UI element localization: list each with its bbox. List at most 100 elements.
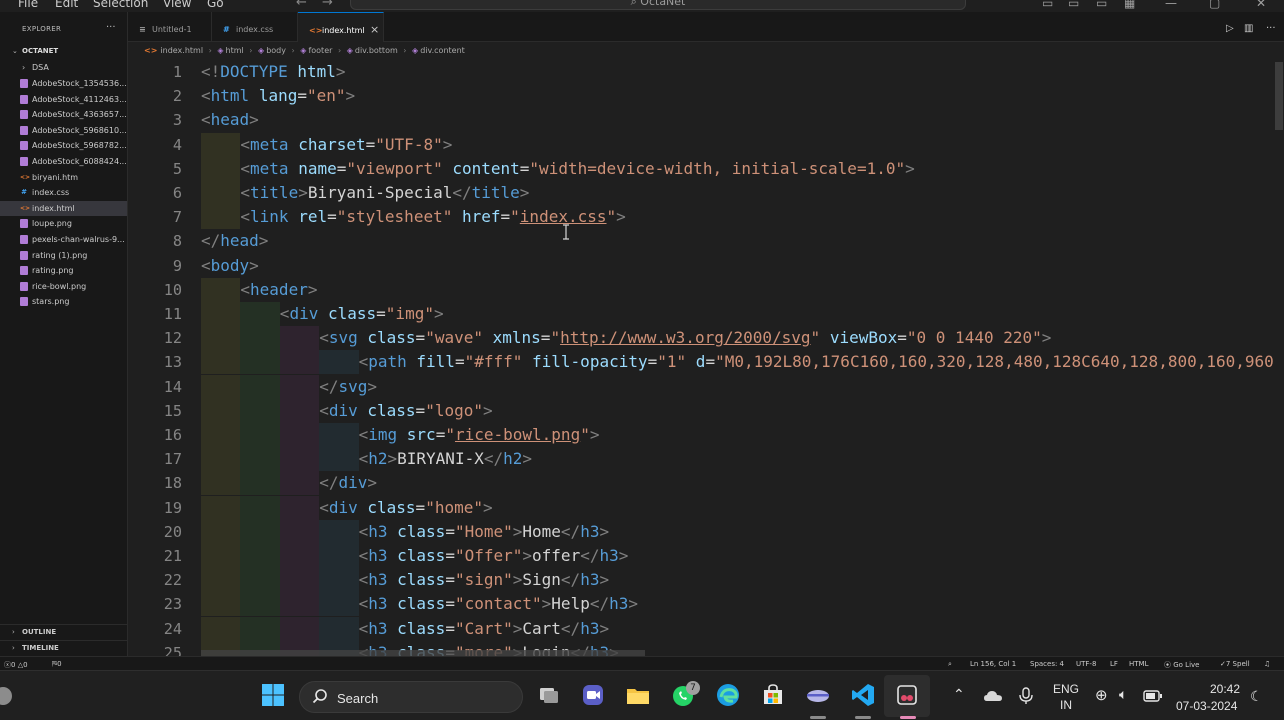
breadcrumb-item[interactable]: footer [308,46,332,55]
command-center[interactable]: ⌕ OctaNet [350,0,966,10]
edge-browser-icon[interactable] [716,683,740,707]
input-language[interactable]: ENG [1053,682,1079,696]
code-line[interactable]: <div class="logo"> [201,398,1284,423]
toggle-panel-icon[interactable]: ▭ [1068,0,1079,10]
menu-view[interactable]: View [163,0,191,10]
file-item[interactable]: AdobeStock_1354536... [0,76,127,91]
code-line[interactable]: <meta charset="UTF-8"> [201,132,1284,157]
customize-layout-icon[interactable]: ▦ [1124,0,1135,10]
code-line[interactable]: </head> [201,229,1284,253]
code-editor[interactable]: 1 2 3 4 5 6 7 8 9 10 11 12 13 14 15 16 17 18 19 20 21 22 23 24 2… [128,60,1284,656]
ports-indicator[interactable]: ⛿0 [52,660,62,669]
clock-time[interactable]: 20:42 [1210,682,1240,696]
code-line[interactable]: <html lang="en"> [201,84,1284,108]
code-line[interactable]: <path fill="#fff" fill-opacity="1" d="M0… [201,350,1284,375]
disc-app-icon[interactable] [806,683,830,707]
file-item[interactable]: AdobeStock_4363657... [0,107,127,122]
code-line[interactable]: <h3 class="Offer">offer</h3> [201,544,1284,568]
end-of-line[interactable]: LF [1110,660,1118,668]
file-item[interactable]: stars.png [0,294,127,309]
breadcrumb-item[interactable]: body [266,46,286,55]
code-line[interactable]: <div class="img"> [201,302,1284,326]
code-area[interactable]: <!DOCTYPE html> <html lang="en"> <head> <me… [201,60,1284,656]
forward-arrow-icon[interactable]: → [322,0,333,10]
more-actions-icon[interactable]: ··· [106,22,116,33]
file-item[interactable]: <> index.html [0,200,127,216]
menu-go[interactable]: Go [207,0,224,10]
split-editor-icon[interactable]: ▥ [1244,23,1253,34]
taskbar-search[interactable]: Search [299,681,523,713]
close-window-icon[interactable]: ✕ [1256,0,1266,10]
onedrive-icon[interactable] [983,686,1003,706]
outline-section[interactable]: › OUTLINE [0,624,128,638]
explorer-root-folder[interactable]: ⌄ OCTANET [0,46,128,58]
more-actions-icon[interactable]: ··· [1266,23,1276,34]
file-item[interactable]: pexels-chan-walrus-9... [0,232,127,247]
file-item[interactable]: <> biryani.htm [0,170,127,185]
file-item[interactable]: AdobeStock_5968782... [0,138,127,153]
maximize-icon[interactable]: ▢ [1209,0,1220,10]
snipping-tool-icon[interactable] [895,683,919,707]
file-item[interactable]: rating (1).png [0,248,127,263]
tab-index-css[interactable]: # index.css [212,12,298,42]
menu-edit[interactable]: Edit [55,0,78,10]
vscode-icon[interactable] [851,683,875,707]
go-live-button[interactable]: ⦿ Go Live [1164,660,1199,670]
task-view-icon[interactable] [537,683,561,707]
run-icon[interactable]: ▷ [1226,23,1234,34]
code-line[interactable]: <h3 class="Cart">Cart</h3> [201,616,1284,641]
file-item[interactable]: AdobeStock_6088424... [0,154,127,169]
folder-dsa[interactable]: › DSA [0,60,127,75]
code-line[interactable]: </div> [201,471,1284,496]
bell-icon[interactable]: ♫ [1264,660,1270,668]
code-line[interactable]: </svg> [201,374,1284,399]
code-line[interactable]: <h3 class="contact">Help</h3> [201,592,1284,617]
volume-icon[interactable]: 🔈︎ [1119,686,1127,703]
code-line[interactable]: <svg class="wave" xmlns="http://www.w3.o… [201,326,1284,351]
toggle-sidebar-icon[interactable]: ▭ [1042,0,1053,10]
menu-file[interactable]: File [18,0,38,10]
tab-untitled-1[interactable]: ≡ Untitled-1 [128,12,212,42]
file-item[interactable]: # index.css [0,185,127,200]
file-explorer-icon[interactable] [626,683,650,707]
clock-date[interactable]: 07-03-2024 [1176,699,1237,713]
code-line[interactable]: <img src="rice-bowl.png"> [201,423,1284,447]
code-line[interactable]: <meta name="viewport" content="width=dev… [201,156,1284,181]
minimize-icon[interactable]: — [1165,0,1177,10]
file-item[interactable]: AdobeStock_4112463... [0,92,127,107]
code-line[interactable]: <title>Biryani-Special</title> [201,181,1284,205]
breadcrumb-item[interactable]: div.bottom [355,46,398,55]
cursor-position[interactable]: Ln 156, Col 1 [970,660,1016,668]
close-tab-icon[interactable]: × [370,23,379,36]
code-line[interactable]: <div class="home"> [201,495,1284,520]
code-line[interactable]: <head> [201,108,1284,132]
zoom-icon[interactable]: ⌕ [948,660,952,669]
weather-icon[interactable] [0,687,12,705]
code-line[interactable]: <body> [201,254,1284,278]
code-line[interactable]: <!DOCTYPE html> [201,60,1284,84]
language-mode[interactable]: HTML [1129,660,1148,668]
code-line[interactable]: <link rel="stylesheet" href="index.css"> [201,205,1284,230]
vertical-scrollbar[interactable] [1274,60,1284,656]
tab-index-html[interactable]: <> index.html × [298,12,384,42]
battery-icon[interactable] [1143,689,1163,703]
encoding[interactable]: UTF-8 [1076,660,1096,668]
meet-icon[interactable] [581,683,605,707]
windows-start-icon[interactable] [261,683,285,707]
menu-selection[interactable]: Selection [93,0,148,10]
microsoft-store-icon[interactable] [761,683,785,707]
file-item[interactable]: loupe.png [0,216,127,231]
spell-indicator[interactable]: ✓7 Spell [1220,660,1250,668]
breadcrumb-item[interactable]: div.content [420,46,465,55]
breadcrumb-item[interactable]: index.html [160,46,203,55]
problems-indicator[interactable]: ⓧ0 △0 [4,660,28,670]
scrollbar-thumb[interactable] [1275,62,1283,130]
toggle-secondary-sidebar-icon[interactable]: ▭ [1096,0,1107,10]
file-item[interactable]: rice-bowl.png [0,279,127,294]
code-line[interactable]: <h3 class="Home">Home</h3> [201,519,1284,544]
focus-moon-icon[interactable]: ☾ [1250,688,1263,705]
code-line[interactable]: <h2>BIRYANI-X</h2> [201,447,1284,472]
globe-icon[interactable]: ⊕ [1095,686,1108,704]
back-arrow-icon[interactable]: ← [296,0,307,10]
timeline-section[interactable]: › TIMELINE [0,640,128,654]
